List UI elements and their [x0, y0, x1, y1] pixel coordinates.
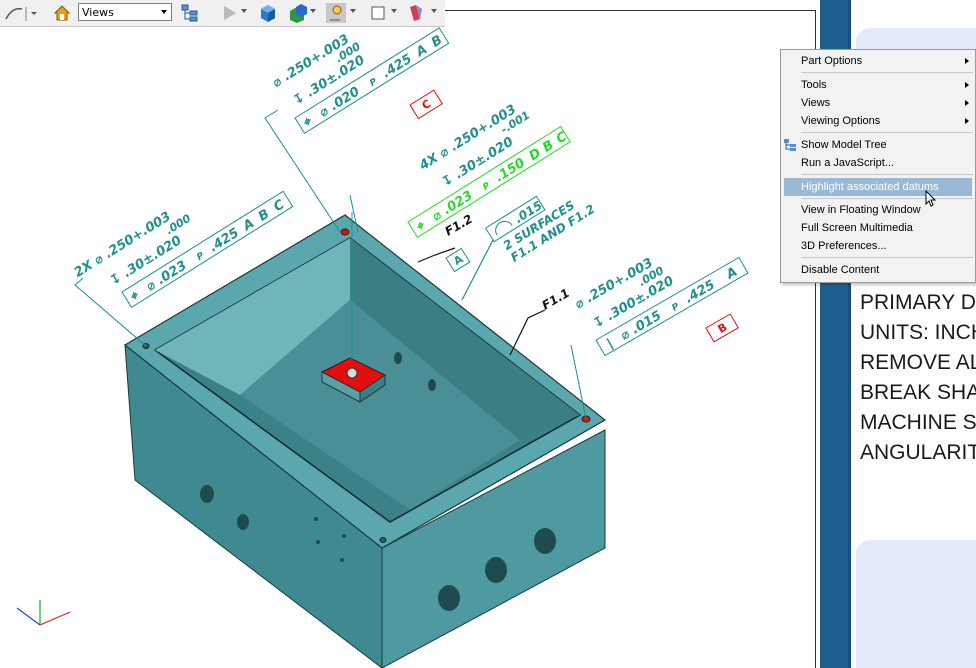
chevron-down-icon[interactable]	[241, 9, 247, 13]
leader-profile	[461, 239, 494, 301]
side-hole	[485, 557, 507, 583]
box-shade-icon[interactable]	[288, 3, 308, 23]
menu-separator	[801, 257, 973, 258]
side-hole	[237, 514, 249, 530]
leader-top-hole	[264, 109, 341, 233]
model-tree-icon[interactable]	[180, 3, 200, 23]
3d-viewport[interactable]: ⌀ .250+.003 .000 ↧ .30±.020 ⌖ ⌀ .020 P .…	[0, 26, 818, 668]
fcf-symbol: ⌖	[300, 114, 316, 131]
chevron-down-icon[interactable]	[157, 4, 171, 20]
mouse-cursor-icon	[925, 190, 937, 207]
note-line: BREAK SHA	[860, 381, 976, 404]
background-color-icon[interactable]	[368, 3, 388, 23]
menu-item-show-model-tree[interactable]: Show Model Tree	[781, 136, 975, 154]
toolbar: Views	[0, 0, 445, 27]
menu-item-viewing-options[interactable]: Viewing Options	[781, 112, 975, 130]
fcf-datum-a: A	[413, 42, 430, 61]
side-hole	[534, 528, 556, 554]
side-hole	[200, 485, 214, 503]
viewport-border-top	[445, 10, 815, 11]
rotate-tool-icon[interactable]	[2, 3, 40, 23]
menu-separator	[801, 198, 973, 199]
menu-separator	[801, 72, 973, 73]
submenu-arrow-icon	[965, 118, 969, 124]
menu-item-full-screen-multimedia[interactable]: Full Screen Multimedia	[781, 219, 975, 237]
fcf-value: .425	[380, 52, 415, 82]
menu-separator	[801, 132, 973, 133]
menu-item-part-options[interactable]: Part Options	[781, 52, 975, 70]
fcf-datum-b: B	[540, 138, 556, 156]
small-hole	[342, 534, 346, 538]
wall-hole	[394, 352, 402, 364]
boss-hole	[346, 367, 358, 379]
solid-box-icon[interactable]	[258, 3, 278, 23]
axis-triad-icon	[16, 600, 71, 626]
views-label: Views	[82, 6, 114, 19]
menu-item-view-in-floating-window[interactable]: View in Floating Window	[781, 201, 975, 219]
fcf-datum-a: A	[723, 265, 740, 284]
context-menu: Part Options Tools Views Viewing Options…	[780, 49, 976, 283]
small-hole	[314, 517, 318, 521]
menu-item-disable-content[interactable]: Disable Content	[781, 261, 975, 279]
note-line: PRIMARY D	[860, 291, 976, 314]
small-hole	[340, 558, 344, 562]
fcf-symbol: ⌖	[413, 218, 429, 235]
submenu-arrow-icon	[965, 58, 969, 64]
leader-left-hole	[74, 277, 147, 347]
chevron-down-icon[interactable]	[350, 9, 356, 13]
f11-label: F1.1	[540, 286, 573, 313]
menu-item-run-javascript[interactable]: Run a JavaScript...	[781, 154, 975, 172]
fcf-value: .150	[493, 156, 528, 186]
side-hole	[438, 585, 460, 611]
note-line: ANGULARIT	[860, 441, 976, 464]
fcf-datum-d: D	[527, 146, 544, 165]
chevron-down-icon[interactable]	[391, 9, 397, 13]
fcf-datum-c: C	[271, 197, 287, 215]
chevron-down-icon[interactable]	[310, 9, 316, 13]
menu-item-views[interactable]: Views	[781, 94, 975, 112]
fcf-value: .425	[207, 226, 242, 256]
small-hole	[316, 540, 320, 544]
submenu-arrow-icon	[965, 82, 969, 88]
panel-card	[856, 540, 976, 668]
rim-hole	[379, 537, 387, 543]
model-tree-icon	[784, 139, 796, 151]
drawing-notes: PRIMARY D UNITS: INCH REMOVE AL BREAK SH…	[860, 288, 976, 468]
fcf-symbol: ⌖	[127, 288, 143, 305]
menu-separator	[801, 174, 973, 175]
lighting-icon[interactable]	[326, 3, 346, 23]
fcf-datum-a: A	[240, 216, 257, 235]
fcf-symbol: |	[604, 336, 616, 351]
note-line: REMOVE AL	[860, 351, 976, 374]
note-line: MACHINE S	[860, 411, 976, 434]
views-dropdown[interactable]: Views	[78, 3, 172, 21]
fcf-datum-b: B	[429, 33, 445, 51]
rim-hole	[340, 228, 350, 236]
chevron-down-icon[interactable]	[431, 9, 437, 13]
wall-hole	[428, 379, 436, 391]
leader-f11	[509, 309, 546, 356]
fcf-value: .425	[682, 278, 717, 307]
submenu-arrow-icon	[965, 100, 969, 106]
menu-item-tools[interactable]: Tools	[781, 76, 975, 94]
note-line: UNITS: INCH	[860, 321, 976, 344]
menu-item-highlight-associated-datums[interactable]: Highlight associated datums	[784, 178, 972, 196]
menu-item-3d-preferences[interactable]: 3D Preferences...	[781, 237, 975, 255]
play-icon[interactable]	[220, 3, 240, 23]
fcf-datum-b: B	[256, 207, 272, 225]
cross-section-icon[interactable]	[406, 3, 426, 23]
home-icon[interactable]	[52, 3, 72, 23]
